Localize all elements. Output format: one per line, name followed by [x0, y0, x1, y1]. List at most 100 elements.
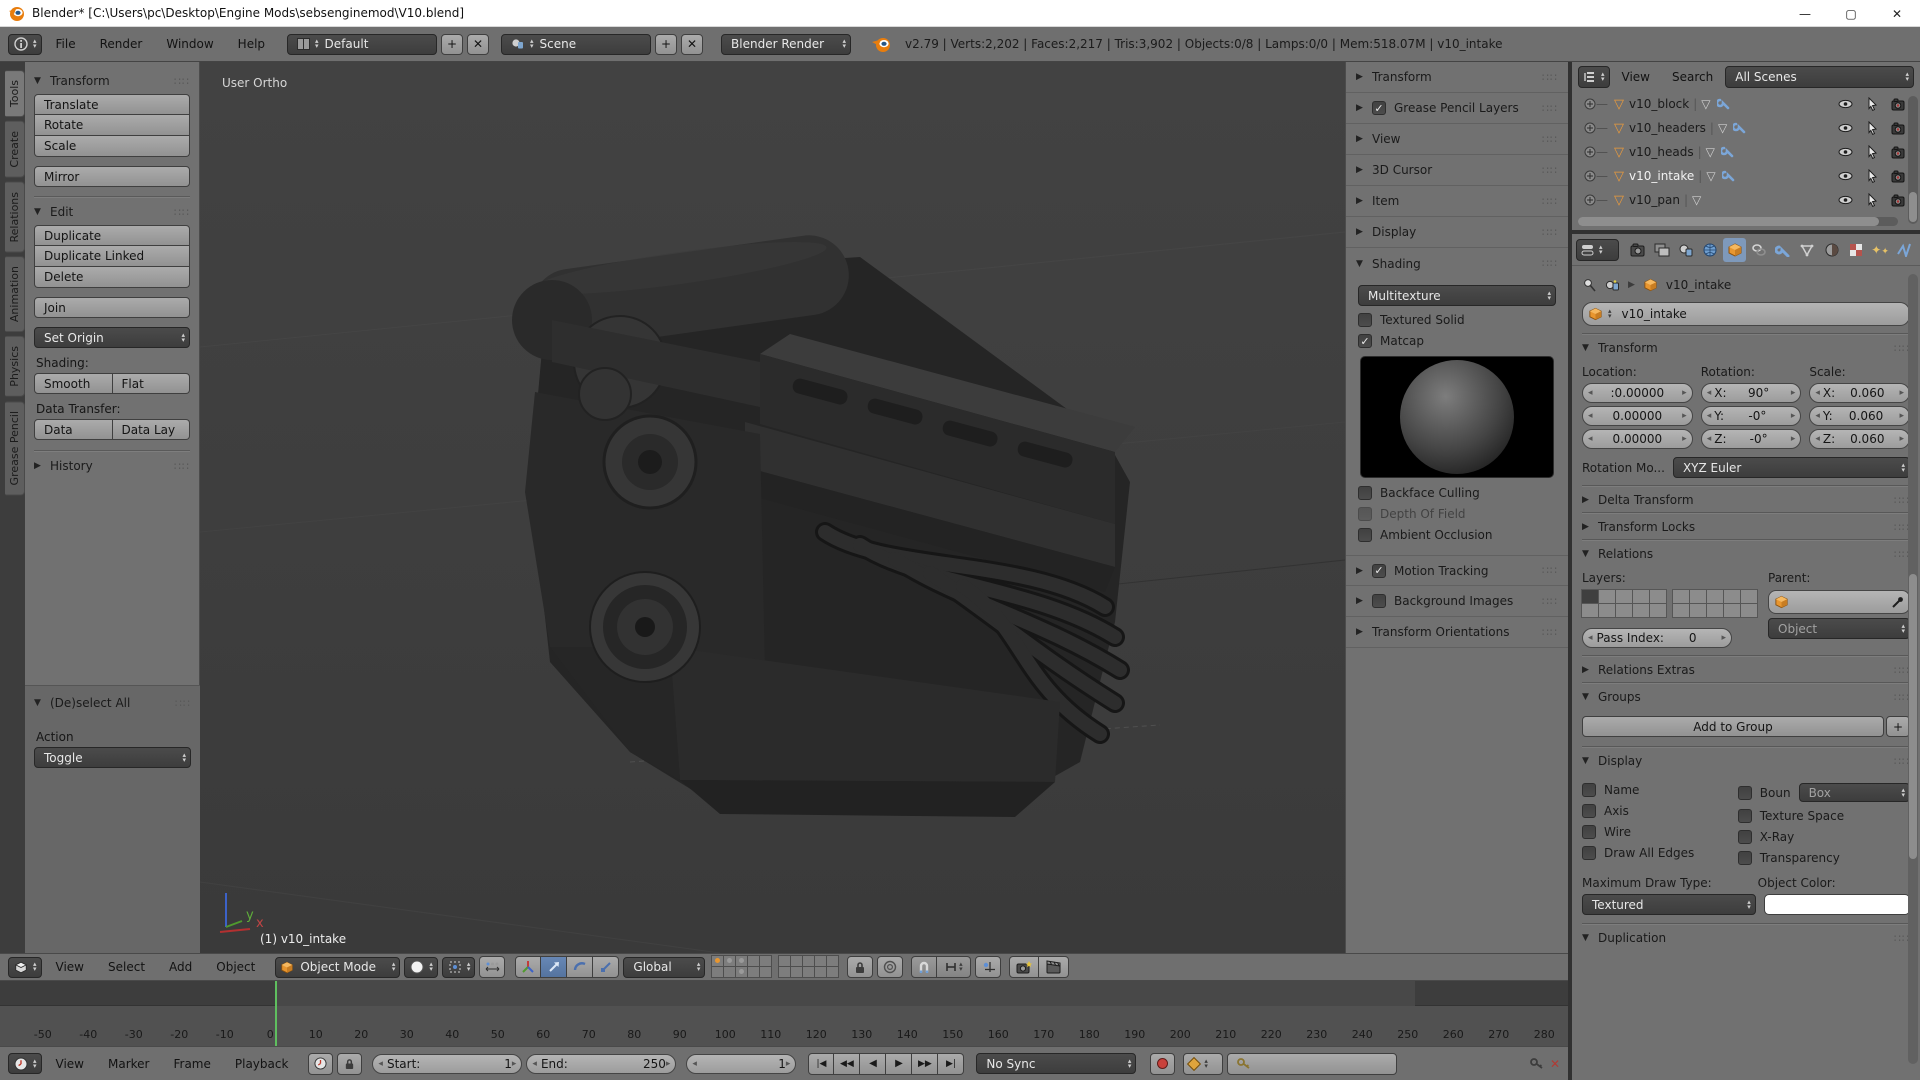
- add-scene-button[interactable]: +: [655, 34, 677, 55]
- tab-tools[interactable]: Tools: [5, 70, 25, 117]
- delete-layout-button[interactable]: ✕: [467, 34, 489, 55]
- scale-button[interactable]: Scale: [34, 136, 190, 157]
- editor-type-selector-timeline[interactable]: ▴▾: [8, 1053, 42, 1074]
- panel-grip[interactable]: ∷∷: [174, 206, 190, 219]
- lock-to-scene-toggle[interactable]: [847, 956, 873, 978]
- outliner-view-menu[interactable]: View: [1612, 70, 1660, 84]
- panel-transform-locks-header[interactable]: ▶Transform Locks∷∷: [1582, 513, 1910, 540]
- tab-modifiers[interactable]: [1771, 238, 1794, 262]
- start-frame-field[interactable]: ◂Start:1▸: [372, 1054, 522, 1074]
- tab-physics[interactable]: Physics: [5, 336, 25, 397]
- key-icon[interactable]: [1530, 1057, 1544, 1070]
- view3d-menu-add[interactable]: Add: [159, 960, 202, 974]
- end-frame-field[interactable]: ◂End:250▸: [526, 1054, 676, 1074]
- editor-type-selector-info[interactable]: ▴▾: [8, 34, 42, 55]
- layers-grid-left[interactable]: [1582, 590, 1667, 618]
- outliner-row-v10-heads[interactable]: —▽ v10_heads |▽: [1572, 140, 1920, 164]
- editor-type-selector-3dview[interactable]: ▴▾: [8, 957, 42, 978]
- breadcrumb-object-name[interactable]: v10_intake: [1666, 278, 1731, 292]
- object-name-value[interactable]: v10_intake: [1622, 307, 1904, 321]
- mode-select[interactable]: Object Mode ▴▾: [275, 957, 400, 978]
- panel-deselect-all-header[interactable]: ▼(De)select All∷∷: [34, 690, 191, 716]
- play-button[interactable]: ▶: [886, 1053, 912, 1075]
- scale-manipulator-toggle[interactable]: [593, 956, 619, 978]
- editor-type-selector-properties[interactable]: ▴▾: [1576, 239, 1619, 261]
- shading-mode-select[interactable]: Multitexture ▴▾: [1358, 285, 1556, 306]
- display-axis-checkbox[interactable]: [1582, 804, 1596, 818]
- timeline-frame-ruler[interactable]: -50-40-30-20-100102030405060708090100110…: [0, 1006, 1568, 1046]
- location-z-field[interactable]: ◂0.00000▸: [1582, 429, 1693, 449]
- outliner-horizontal-scrollbar[interactable]: [1578, 217, 1898, 226]
- snap-target-button[interactable]: [975, 956, 1001, 978]
- add-to-group-button[interactable]: Add to Group: [1582, 716, 1884, 737]
- timeline-menu-marker[interactable]: Marker: [98, 1057, 159, 1071]
- editor-type-selector-outliner[interactable]: ▴▾: [1578, 66, 1610, 88]
- auto-keyframe-toggle[interactable]: ▴▾: [1183, 1053, 1223, 1075]
- npanel-3d-cursor-header[interactable]: ▶3D Cursor∷∷: [1346, 155, 1568, 186]
- pass-index-field[interactable]: ◂Pass Index:0▸: [1582, 628, 1732, 648]
- renderability-camera-icon[interactable]: [1891, 170, 1906, 183]
- grease-pencil-checkbox[interactable]: ✓: [1372, 101, 1386, 115]
- display-name-checkbox[interactable]: [1582, 783, 1596, 797]
- panel-object-transform-header[interactable]: ▼Transform∷∷: [1582, 334, 1910, 361]
- display-wire-checkbox[interactable]: [1582, 825, 1596, 839]
- ambient-occlusion-checkbox[interactable]: [1358, 528, 1372, 542]
- tab-object[interactable]: [1723, 238, 1746, 262]
- tab-object-data[interactable]: [1796, 238, 1819, 262]
- tab-material[interactable]: [1820, 238, 1843, 262]
- expand-icon[interactable]: [1584, 170, 1596, 182]
- view3d-menu-view[interactable]: View: [46, 960, 94, 974]
- play-reverse-button[interactable]: ◀: [860, 1053, 886, 1075]
- visibility-eye-icon[interactable]: [1838, 146, 1853, 158]
- current-frame-field[interactable]: ◂1▸: [686, 1054, 796, 1074]
- outliner-row-v10-intake[interactable]: —▽ v10_intake |▽: [1572, 164, 1920, 188]
- panel-grip[interactable]: ∷∷: [174, 460, 190, 473]
- opengl-render-animation-button[interactable]: [1039, 956, 1069, 978]
- object-name-field[interactable]: ▴▾ v10_intake: [1582, 302, 1910, 326]
- maximize-button[interactable]: ▢: [1828, 0, 1874, 27]
- visibility-eye-icon[interactable]: [1838, 170, 1853, 182]
- renderability-camera-icon[interactable]: [1891, 194, 1906, 207]
- npanel-motion-tracking-header[interactable]: ▶✓Motion Tracking∷∷: [1346, 555, 1568, 586]
- npanel-item-header[interactable]: ▶Item∷∷: [1346, 186, 1568, 217]
- menu-render[interactable]: Render: [90, 37, 153, 51]
- rotation-x-field[interactable]: ◂X:90°▸: [1701, 383, 1802, 403]
- rotation-z-field[interactable]: ◂Z:-0°▸: [1701, 429, 1802, 449]
- tab-texture[interactable]: [1844, 238, 1867, 262]
- transform-orientation-select[interactable]: Global ▴▾: [623, 957, 705, 978]
- npanel-display-header[interactable]: ▶Display∷∷: [1346, 217, 1568, 248]
- bounds-type-select[interactable]: Box▴▾: [1799, 783, 1910, 802]
- tab-physics[interactable]: [1893, 238, 1916, 262]
- viewport-shading-select[interactable]: ▴▾: [404, 957, 438, 978]
- view3d-menu-object[interactable]: Object: [206, 960, 265, 974]
- parent-type-select[interactable]: Object▴▾: [1768, 618, 1910, 639]
- matcap-preview[interactable]: [1360, 356, 1554, 478]
- outliner-row-v10-pan[interactable]: —▽ v10_pan |▽: [1572, 188, 1920, 212]
- scene-selector[interactable]: ▴▾ Scene: [501, 34, 651, 55]
- menu-file[interactable]: File: [46, 37, 86, 51]
- expand-icon[interactable]: [1584, 122, 1596, 134]
- screen-layout-selector[interactable]: ▴▾ Default: [287, 34, 437, 55]
- outliner-filter-select[interactable]: All Scenes ▴▾: [1725, 66, 1914, 88]
- display-draw-all-edges-checkbox[interactable]: [1582, 846, 1596, 860]
- pin-icon[interactable]: [1582, 278, 1597, 293]
- npanel-transform-header[interactable]: ▶Transform∷∷: [1346, 62, 1568, 93]
- new-group-plus-button[interactable]: +: [1886, 716, 1910, 737]
- parent-field[interactable]: [1768, 590, 1910, 614]
- next-keyframe-button[interactable]: ▶▶: [912, 1053, 938, 1075]
- rotate-manipulator-toggle[interactable]: [567, 956, 593, 978]
- clear-keyingset-icon[interactable]: ✕: [1550, 1057, 1560, 1071]
- npanel-background-images-header[interactable]: ▶Background Images∷∷: [1346, 586, 1568, 617]
- object-name[interactable]: v10_pan: [1629, 193, 1680, 207]
- npanel-shading-header[interactable]: ▼Shading∷∷: [1346, 248, 1568, 279]
- preview-range-clock-toggle[interactable]: [308, 1053, 333, 1075]
- timeline-menu-view[interactable]: View: [46, 1057, 94, 1071]
- menu-help[interactable]: Help: [228, 37, 275, 51]
- renderability-camera-icon[interactable]: [1891, 146, 1906, 159]
- jump-to-start-button[interactable]: |◀: [808, 1053, 834, 1075]
- expand-icon[interactable]: [1584, 146, 1596, 158]
- panel-relations-extras-header[interactable]: ▶Relations Extras∷∷: [1582, 656, 1910, 683]
- tab-constraints[interactable]: [1747, 238, 1770, 262]
- tab-render-layers[interactable]: [1650, 238, 1673, 262]
- tab-create[interactable]: Create: [5, 121, 25, 178]
